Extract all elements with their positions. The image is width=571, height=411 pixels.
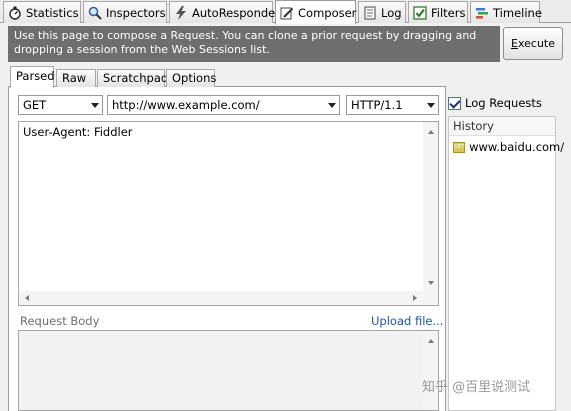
http-version-select[interactable]: HTTP/1.1 [346,95,439,115]
checkbox-checked-icon[interactable] [448,96,461,110]
chevron-down-icon [88,96,102,114]
chevron-down-icon [325,96,339,114]
tab-label: Inspectors [106,5,166,20]
tab-inspectors[interactable]: Inspectors [83,1,167,23]
log-requests-label: Log Requests [465,96,542,110]
tab-label: Timeline [493,5,542,20]
watermark: 知乎 @百里说测试 [422,380,531,395]
stopwatch-icon [9,6,21,20]
request-headers-textarea[interactable]: User-Agent: Fiddler [18,121,439,306]
lightning-icon [176,5,186,20]
subtab-options[interactable]: Options [166,69,216,87]
tab-label: Log [381,5,402,20]
headers-vertical-scrollbar[interactable] [423,122,438,305]
get-request-icon: GET [453,141,466,153]
composer-instructions: Use this page to compose a Request. You … [8,26,500,62]
headers-horizontal-scrollbar[interactable] [19,291,423,305]
scroll-up-icon[interactable] [428,130,434,134]
tab-statistics[interactable]: Statistics [3,1,81,23]
execute-rest: xecute [517,37,555,50]
url-value: http://www.example.com/ [112,98,260,112]
request-body-textarea[interactable] [18,330,439,411]
main-tab-strip: Statistics Inspectors AutoResponder Comp… [0,0,571,24]
tab-log[interactable]: Log [358,1,406,23]
http-version-value: HTTP/1.1 [351,98,403,112]
subtab-scratchpad[interactable]: Scratchpad [97,69,168,87]
chevron-down-icon [424,96,438,114]
tab-label: Statistics [26,5,79,20]
tab-filters[interactable]: Filters [408,1,468,23]
document-icon [364,6,376,19]
timeline-icon [476,7,488,18]
execute-button[interactable]: Execute [503,27,563,60]
scroll-down-icon[interactable] [428,281,434,285]
scroll-up-icon[interactable] [428,339,434,343]
tab-timeline[interactable]: Timeline [470,1,542,23]
upload-file-link[interactable]: Upload file... [371,314,443,328]
method-select[interactable]: GET [18,95,103,115]
request-headers-text: User-Agent: Fiddler [23,125,133,139]
url-input[interactable]: http://www.example.com/ [107,95,340,115]
subtab-parsed[interactable]: Parsed [10,66,55,88]
tab-composer[interactable]: Composer [275,0,356,24]
pencil-icon [280,7,294,19]
magnifier-icon [88,6,102,20]
method-value: GET [23,98,47,112]
execute-accel: E [511,37,518,50]
request-body-label: Request Body [20,314,100,328]
scroll-right-icon[interactable] [413,295,417,301]
tab-label: Composer [298,5,357,20]
history-item[interactable]: GET www.baidu.com/ [449,136,564,154]
tab-label: AutoResponder [192,5,280,20]
history-list: History GET www.baidu.com/ [448,116,564,411]
checkbox-icon [413,5,427,20]
composer-sub-tabs: Parsed Raw Scratchpad Options [8,66,446,88]
log-requests-checkbox[interactable]: Log Requests [448,95,542,111]
scroll-left-icon[interactable] [25,295,29,301]
body-vertical-scrollbar[interactable] [423,331,438,410]
tab-autoresponder[interactable]: AutoResponder [169,1,280,23]
history-header: History [449,117,555,136]
history-item-url: www.baidu.com/ [469,140,565,154]
tab-label: Filters [431,5,466,20]
subtab-raw[interactable]: Raw [56,69,96,87]
